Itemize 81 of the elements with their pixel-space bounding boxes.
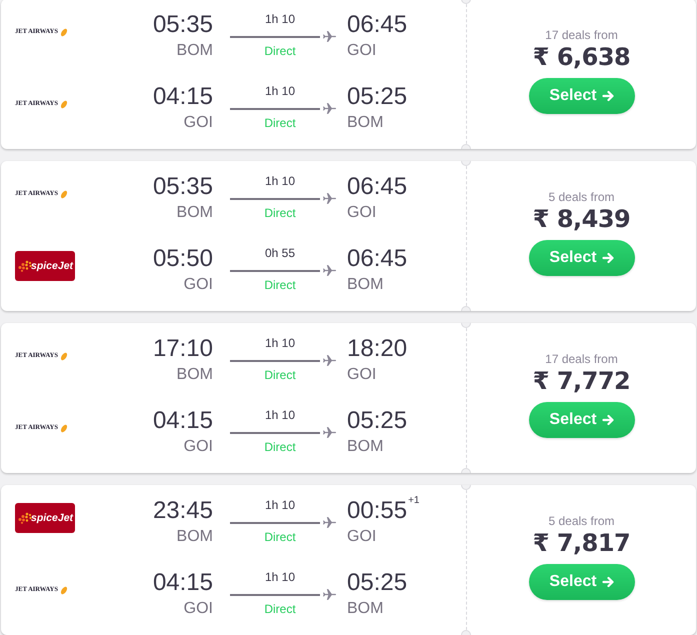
arrow-right-icon — [602, 252, 614, 264]
select-button[interactable]: Select — [528, 78, 634, 114]
flight-duration: 1h 10 — [264, 569, 296, 585]
plane-icon — [323, 589, 336, 600]
arrival-airport: GOI — [347, 41, 376, 61]
flight-duration: 1h 10 — [264, 497, 296, 513]
arrival-time: 06:45 — [347, 173, 408, 201]
departure-time: 04:15 — [152, 407, 213, 435]
departure-time: 05:35 — [152, 11, 213, 39]
flight-duration: 1h 10 — [264, 83, 296, 99]
departure-time: 23:45 — [152, 497, 213, 525]
departure-time: 04:15 — [152, 569, 213, 597]
plane-icon — [323, 355, 336, 366]
arrow-right-icon — [602, 90, 614, 102]
departure-airport: BOM — [176, 41, 213, 61]
stops-label: Direct — [263, 529, 297, 545]
select-button[interactable]: Select — [528, 240, 634, 276]
arrival-time: 05:25 — [347, 569, 408, 597]
departure-time: 05:35 — [152, 173, 213, 201]
arrival-airport: GOI — [347, 203, 376, 223]
arrow-right-icon — [602, 414, 614, 426]
stops-label: Direct — [263, 115, 297, 131]
price: ₹ 7,817 — [532, 529, 630, 557]
stops-label: Direct — [263, 277, 297, 293]
departure-airport: GOI — [184, 599, 213, 619]
stops-label: Direct — [263, 205, 297, 221]
flight-duration: 1h 10 — [264, 173, 296, 189]
arrival-airport: BOM — [347, 275, 384, 295]
stops-label: Direct — [263, 43, 297, 59]
plane-icon — [323, 517, 336, 528]
deals-count: 5 deals from — [548, 513, 615, 529]
departure-time: 05:50 — [152, 245, 213, 273]
arrival-airport: BOM — [347, 437, 384, 457]
stops-label: Direct — [263, 439, 297, 455]
day-offset: +1 — [408, 495, 420, 507]
departure-airport: GOI — [184, 437, 213, 457]
arrow-right-icon — [602, 576, 614, 588]
deals-count: 17 deals from — [545, 27, 618, 43]
plane-icon — [323, 265, 336, 276]
departure-airport: BOM — [176, 365, 213, 385]
arrival-time: 05:25 — [347, 407, 408, 435]
arrival-airport: GOI — [347, 527, 376, 547]
departure-airport: BOM — [176, 203, 213, 223]
deals-count: 17 deals from — [545, 351, 618, 367]
flight-duration: 1h 10 — [264, 407, 296, 423]
arrival-airport: GOI — [347, 365, 376, 385]
leaf-icon — [60, 190, 68, 198]
arrival-time: 05:25 — [347, 83, 408, 111]
price: ₹ 8,439 — [532, 205, 630, 233]
departure-airport: GOI — [184, 275, 213, 295]
arrival-time: 18:20 — [347, 335, 408, 363]
arrival-airport: BOM — [347, 113, 384, 133]
leaf-icon — [60, 100, 68, 108]
select-button[interactable]: Select — [528, 402, 634, 438]
select-button[interactable]: Select — [528, 564, 634, 600]
airline-name: spiceJet — [31, 260, 74, 272]
departure-airport: GOI — [184, 113, 213, 133]
departure-airport: BOM — [176, 527, 213, 547]
plane-icon — [323, 31, 336, 42]
arrival-time: 00:55 — [347, 497, 408, 525]
plane-icon — [323, 103, 336, 114]
price: ₹ 6,638 — [532, 43, 630, 71]
flight-duration: 0h 55 — [264, 245, 296, 261]
deals-count: 5 deals from — [548, 189, 615, 205]
leaf-icon — [60, 28, 68, 36]
stops-label: Direct — [263, 601, 297, 617]
plane-icon — [323, 427, 336, 438]
leaf-icon — [60, 424, 68, 432]
flight-duration: 1h 10 — [264, 335, 296, 351]
leaf-icon — [60, 352, 68, 360]
leaf-icon — [60, 586, 68, 594]
arrival-time: 06:45 — [347, 245, 408, 273]
departure-time: 17:10 — [152, 335, 213, 363]
airline-name: spiceJet — [31, 512, 74, 524]
plane-icon — [323, 193, 336, 204]
stops-label: Direct — [263, 367, 297, 383]
arrival-time: 06:45 — [347, 11, 408, 39]
price: ₹ 7,772 — [532, 367, 630, 395]
departure-time: 04:15 — [152, 83, 213, 111]
flight-duration: 1h 10 — [264, 11, 296, 27]
arrival-airport: BOM — [347, 599, 384, 619]
